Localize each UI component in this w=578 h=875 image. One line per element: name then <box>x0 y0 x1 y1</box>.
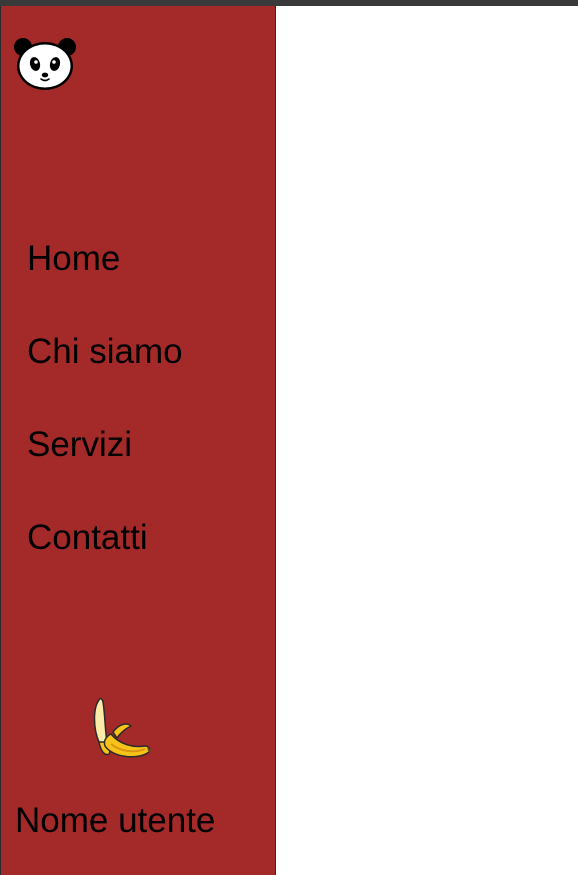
nav-item-contatti[interactable]: Contatti <box>27 515 183 561</box>
sidebar-nav: Home Chi siamo Servizi Contatti <box>27 236 183 608</box>
user-name: Nome utente <box>15 801 216 840</box>
nav-item-servizi[interactable]: Servizi <box>27 422 183 468</box>
nav-item-home[interactable]: Home <box>27 236 183 282</box>
nav-item-chi-siamo[interactable]: Chi siamo <box>27 329 183 375</box>
banana-icon[interactable] <box>91 694 153 760</box>
main-content <box>276 6 578 875</box>
panda-icon[interactable] <box>13 35 77 91</box>
sidebar: Home Chi siamo Servizi Contatti Nome ute… <box>0 6 276 875</box>
